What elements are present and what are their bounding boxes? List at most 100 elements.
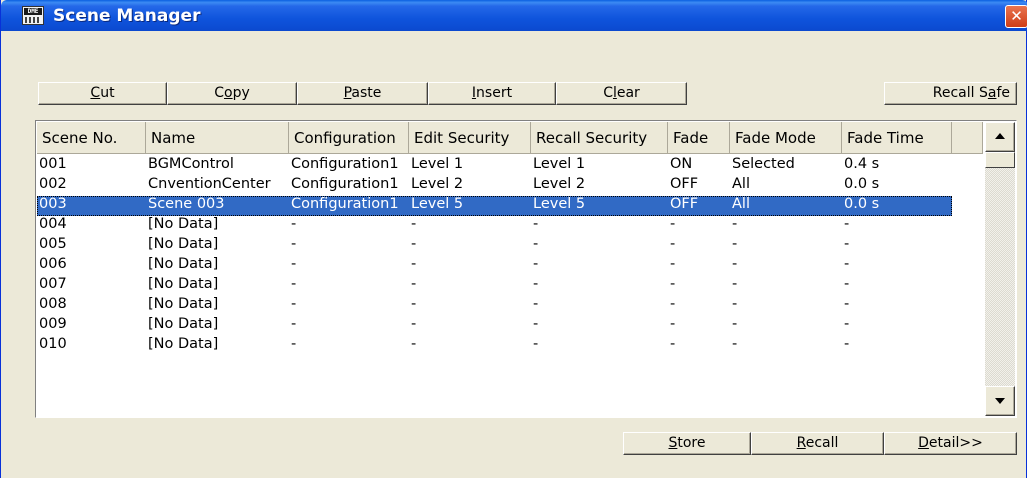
cell-fade: - xyxy=(670,236,676,252)
cell-edit-security: - xyxy=(411,256,417,272)
cell-configuration: Configuration1 xyxy=(291,176,399,192)
cell-recall-security: Level 5 xyxy=(533,196,586,212)
cell-fade-mode: - xyxy=(732,216,738,232)
column-header-configuration[interactable]: Configuration xyxy=(289,122,409,154)
scroll-up-button[interactable] xyxy=(985,122,1015,152)
cell-fade: - xyxy=(670,296,676,312)
copy-accelerator: o xyxy=(224,85,233,101)
cell-edit-security: - xyxy=(411,316,417,332)
cell-configuration: - xyxy=(291,276,297,292)
cell-name: [No Data] xyxy=(148,276,219,292)
detail-button[interactable]: Detail>> xyxy=(884,432,1017,455)
table-row[interactable]: 002 CnventionCenter Configuration1 Level 2 L… xyxy=(37,176,983,196)
vertical-scrollbar[interactable] xyxy=(985,122,1015,416)
column-header-name[interactable]: Name xyxy=(146,122,289,154)
cell-name: [No Data] xyxy=(148,316,219,332)
cell-configuration: - xyxy=(291,236,297,252)
cell-edit-security: - xyxy=(411,276,417,292)
cell-recall-security: - xyxy=(533,256,539,272)
cell-fade: - xyxy=(670,336,676,352)
store-button[interactable]: Store xyxy=(623,432,751,455)
cell-configuration: - xyxy=(291,316,297,332)
cell-fade-time: - xyxy=(844,216,850,232)
cut-button[interactable]: Cut xyxy=(38,82,167,105)
cut-label-post: ut xyxy=(100,85,115,101)
scroll-down-button[interactable] xyxy=(985,386,1015,416)
column-header-fade-mode[interactable]: Fade Mode xyxy=(730,122,842,154)
table-row[interactable]: 001 BGMControl Configuration1 Level 1 Level … xyxy=(37,156,983,176)
recall-safe-button[interactable]: Recall Safe xyxy=(884,82,1017,105)
column-header-edit-security[interactable]: Edit Security xyxy=(409,122,531,154)
title-bar[interactable]: DME Scene Manager ✕ xyxy=(1,0,1027,31)
close-button[interactable]: ✕ xyxy=(1005,5,1027,28)
cell-name: [No Data] xyxy=(148,216,219,232)
insert-button[interactable]: Insert xyxy=(428,82,556,105)
app-icon-grid xyxy=(25,17,41,23)
cell-fade-mode: - xyxy=(732,316,738,332)
cell-configuration: Configuration1 xyxy=(291,196,399,212)
copy-label-pre: C xyxy=(214,85,225,101)
paste-button[interactable]: Paste xyxy=(297,82,428,105)
cell-fade: OFF xyxy=(670,196,699,212)
recall-button[interactable]: Recall xyxy=(751,432,884,455)
cell-edit-security: Level 1 xyxy=(411,156,464,172)
app-icon-label: DME xyxy=(24,8,42,15)
cell-fade-time: - xyxy=(844,296,850,312)
cell-fade-time: - xyxy=(844,236,850,252)
cell-recall-security: - xyxy=(533,296,539,312)
recall-safe-label-pre: Recall S xyxy=(932,85,988,101)
cell-fade-time: - xyxy=(844,336,850,352)
cell-configuration: - xyxy=(291,256,297,272)
cell-name: [No Data] xyxy=(148,236,219,252)
cell-fade-mode: All xyxy=(732,176,750,192)
cell-configuration: - xyxy=(291,296,297,312)
table-row[interactable]: 006 [No Data] - - - - - - xyxy=(37,256,983,276)
cell-scene-no: 005 xyxy=(39,236,67,252)
cell-scene-no: 004 xyxy=(39,216,67,232)
recall-safe-label-post: fe xyxy=(996,85,1010,101)
table-row[interactable]: 003 Scene 003 Configuration1 Level 5 Level 5… xyxy=(37,196,952,216)
cell-fade-mode: - xyxy=(732,276,738,292)
copy-button[interactable]: Copy xyxy=(167,82,297,105)
cell-scene-no: 001 xyxy=(39,156,67,172)
cell-recall-security: - xyxy=(533,316,539,332)
cell-fade: OFF xyxy=(670,176,699,192)
clear-label-post: ear xyxy=(616,85,640,101)
cell-fade-mode: - xyxy=(732,236,738,252)
column-header-recall-security[interactable]: Recall Security xyxy=(531,122,668,154)
cell-edit-security: Level 5 xyxy=(411,196,464,212)
cell-edit-security: - xyxy=(411,236,417,252)
scene-grid: Scene No. Name Configuration Edit Securi… xyxy=(37,122,983,416)
cell-fade: - xyxy=(670,256,676,272)
clear-button[interactable]: Clear xyxy=(556,82,687,105)
column-header-scene-no[interactable]: Scene No. xyxy=(37,122,146,154)
cell-name: CnventionCenter xyxy=(148,176,271,192)
table-row[interactable]: 009 [No Data] - - - - - - xyxy=(37,316,983,336)
table-row[interactable]: 007 [No Data] - - - - - - xyxy=(37,276,983,296)
arrow-down-icon xyxy=(995,398,1005,404)
column-header-fade-time[interactable]: Fade Time xyxy=(842,122,952,154)
cell-configuration: - xyxy=(291,336,297,352)
table-row[interactable]: 008 [No Data] - - - - - - xyxy=(37,296,983,316)
cell-configuration: Configuration1 xyxy=(291,156,399,172)
cell-fade-time: 0.4 s xyxy=(844,156,880,172)
cell-recall-security: - xyxy=(533,276,539,292)
scrollbar-thumb[interactable] xyxy=(985,152,1015,168)
cell-fade: - xyxy=(670,276,676,292)
table-row[interactable]: 010 [No Data] - - - - - - xyxy=(37,336,983,356)
cell-scene-no: 010 xyxy=(39,336,67,352)
cell-name: Scene 003 xyxy=(148,196,225,212)
detail-accelerator: D xyxy=(918,435,929,451)
column-header-fade[interactable]: Fade xyxy=(668,122,730,154)
scene-list[interactable]: Scene No. Name Configuration Edit Securi… xyxy=(35,120,1017,418)
cell-recall-security: - xyxy=(533,236,539,252)
recall-accelerator: R xyxy=(796,435,806,451)
cell-fade: ON xyxy=(670,156,693,172)
column-header-row: Scene No. Name Configuration Edit Securi… xyxy=(37,122,983,155)
dme-app-icon: DME xyxy=(22,6,44,25)
table-row[interactable]: 005 [No Data] - - - - - - xyxy=(37,236,983,256)
cell-scene-no: 009 xyxy=(39,316,67,332)
cell-edit-security: - xyxy=(411,296,417,312)
table-row[interactable]: 004 [No Data] - - - - - - xyxy=(37,216,983,236)
cell-fade-mode: - xyxy=(732,256,738,272)
